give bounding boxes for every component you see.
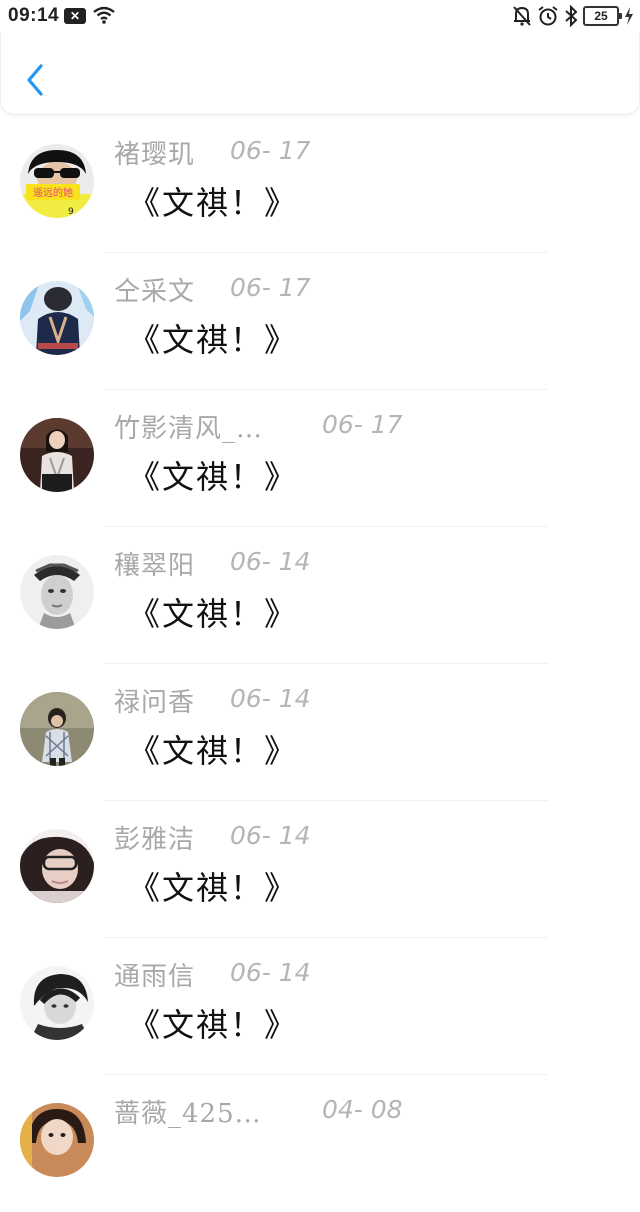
charging-icon — [625, 7, 633, 25]
avatar[interactable] — [20, 692, 94, 766]
svg-text:9: 9 — [68, 207, 74, 217]
avatar[interactable] — [20, 829, 94, 903]
list-item[interactable]: 竹影清风_… 06- 17 《文祺！》 — [0, 390, 640, 527]
list-item[interactable]: 禄问香 06- 14 《文祺！》 — [0, 664, 640, 801]
header — [0, 32, 640, 115]
sender-name: 彭雅洁 — [114, 825, 196, 855]
message-date: 06- 17 — [230, 136, 311, 165]
message-text: 《文祺！》 — [128, 458, 299, 496]
avatar[interactable] — [20, 966, 94, 1040]
message-date: 06- 14 — [230, 958, 311, 987]
battery-icon: 25 — [583, 6, 622, 26]
sender-name: 禄问香 — [114, 688, 196, 718]
list-item[interactable]: 通雨信 06- 14 《文祺！》 — [0, 938, 640, 1075]
back-button[interactable] — [19, 62, 53, 98]
status-time: 09:14 — [8, 5, 60, 26]
avatar[interactable] — [20, 281, 94, 355]
sender-name: 仝采文 — [114, 277, 196, 307]
message-date: 06- 17 — [322, 410, 403, 439]
avatar[interactable] — [20, 418, 94, 492]
list-item[interactable]: 彭雅洁 06- 14 《文祺！》 — [0, 801, 640, 938]
list-item[interactable]: 蔷薇_4251… 04- 08 — [0, 1075, 640, 1212]
message-date: 06- 14 — [230, 821, 311, 850]
sender-name: 褚璎玑 — [114, 140, 196, 170]
list-item[interactable]: 遥远的她 9 褚璎玑 06- 17 《文祺！》 — [0, 116, 640, 253]
avatar[interactable]: 遥远的她 9 — [20, 144, 94, 218]
sender-name: 穰翠阳 — [114, 551, 196, 581]
list-item[interactable]: 穰翠阳 06- 14 《文祺！》 — [0, 527, 640, 664]
message-date: 06- 14 — [230, 547, 311, 576]
chevron-left-icon — [27, 64, 43, 96]
bluetooth-icon — [565, 5, 578, 27]
avatar[interactable] — [20, 1103, 94, 1177]
sender-name: 蔷薇_4251… — [114, 1099, 266, 1129]
message-date: 04- 08 — [322, 1095, 403, 1124]
message-text: 《文祺！》 — [128, 321, 299, 359]
avatar-caption: 遥远的她 — [33, 186, 73, 199]
silent-bell-icon — [513, 6, 531, 26]
alarm-icon — [538, 6, 558, 26]
status-bar: 09:14 ✕ 25 — [0, 0, 640, 32]
sender-name: 竹影清风_… — [114, 414, 264, 444]
message-text: 《文祺！》 — [128, 869, 299, 907]
notification-x-icon: ✕ — [64, 8, 86, 24]
list-item[interactable]: 仝采文 06- 17 《文祺！》 — [0, 253, 640, 390]
avatar[interactable] — [20, 555, 94, 629]
message-list: 遥远的她 9 褚璎玑 06- 17 《文祺！》 仝采文 06- 17 《文祺！》 — [0, 116, 640, 1212]
message-text: 《文祺！》 — [128, 184, 299, 222]
wifi-icon — [93, 6, 115, 24]
message-date: 06- 17 — [230, 273, 311, 302]
sender-name: 通雨信 — [114, 962, 196, 992]
message-text: 《文祺！》 — [128, 595, 299, 633]
message-text: 《文祺！》 — [128, 732, 299, 770]
message-date: 06- 14 — [230, 684, 311, 713]
message-text: 《文祺！》 — [128, 1006, 299, 1044]
